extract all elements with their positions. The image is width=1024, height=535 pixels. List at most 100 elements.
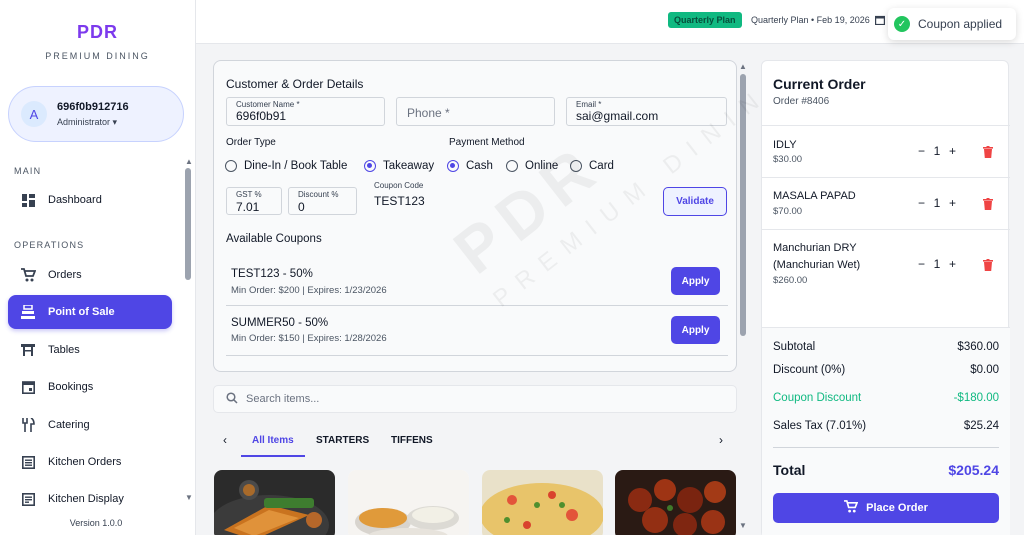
trash-icon[interactable] <box>983 198 993 213</box>
place-order-label: Place Order <box>866 502 928 514</box>
order-item-name: IDLY <box>773 139 797 151</box>
customer-name-value: 696f0b91 <box>236 109 287 123</box>
quantity-stepper: − 1 + <box>918 257 956 271</box>
main-scroll-up-icon[interactable]: ▲ <box>739 62 747 71</box>
radio-on-icon <box>447 160 459 172</box>
radio-takeaway[interactable]: Takeaway <box>364 160 434 172</box>
email-label: Email * <box>576 100 602 109</box>
place-order-button[interactable]: Place Order <box>773 493 999 523</box>
order-item-name: Manchurian DRY (Manchurian Wet) <box>773 242 861 271</box>
chevron-left-icon[interactable]: ‹ <box>223 433 227 447</box>
coupon-code-label: Coupon Code <box>374 181 424 190</box>
quantity-value: 1 <box>933 144 941 158</box>
trash-icon[interactable] <box>983 146 993 161</box>
sales-tax-value: $25.24 <box>963 420 999 432</box>
sidebar-scroll-up-icon[interactable]: ▲ <box>185 157 193 166</box>
category-tabs: ‹ All Items STARTERS TIFFENS › <box>213 428 737 458</box>
current-order-panel: Current Order Order #8406 IDLY $30.00 − … <box>761 60 1010 535</box>
coupon-discount-row: Coupon Discount -$180.00 <box>773 392 999 404</box>
list-icon <box>20 454 36 470</box>
radio-online[interactable]: Online <box>506 160 558 172</box>
minus-icon[interactable]: − <box>918 257 925 271</box>
minus-icon[interactable]: − <box>918 196 925 210</box>
minus-icon[interactable]: − <box>918 144 925 158</box>
tab-starters[interactable]: STARTERS <box>316 435 369 446</box>
coupon-meta: Min Order: $150 | Expires: 1/28/2026 <box>231 333 387 344</box>
payment-method-label: Payment Method <box>449 137 525 148</box>
main-scrollbar[interactable] <box>740 74 746 336</box>
sidebar-item-bookings[interactable]: Bookings <box>8 370 172 404</box>
menu-item-card[interactable] <box>348 470 469 535</box>
chevron-right-icon[interactable]: › <box>719 433 723 447</box>
user-menu[interactable]: A 696f0b912716 Administrator ▾ <box>8 86 184 142</box>
radio-label: Cash <box>466 160 493 172</box>
quantity-value: 1 <box>933 257 941 271</box>
radio-dine-in[interactable]: Dine-In / Book Table <box>225 160 347 172</box>
sidebar-item-label: Orders <box>48 269 82 281</box>
sidebar-item-dashboard[interactable]: Dashboard <box>8 183 172 217</box>
customer-name-label: Customer Name * <box>236 100 300 109</box>
divider <box>773 447 999 448</box>
sidebar-item-kitchen-display[interactable]: Kitchen Display <box>8 482 172 516</box>
main-scroll-down-icon[interactable]: ▼ <box>739 521 747 530</box>
quantity-stepper: − 1 + <box>918 144 956 158</box>
quantity-value: 1 <box>933 196 941 210</box>
discount-field[interactable]: Discount % 0 <box>288 187 357 215</box>
search-input[interactable]: Search items... <box>213 385 737 413</box>
menu-item-card[interactable] <box>214 470 335 535</box>
coupon-name: TEST123 - 50% <box>231 268 313 280</box>
sidebar-item-label: Kitchen Display <box>48 493 124 505</box>
tab-tiffens[interactable]: TIFFENS <box>391 435 433 446</box>
customer-name-field[interactable]: Customer Name * 696f0b91 <box>226 97 385 126</box>
sidebar-item-label: Tables <box>48 344 80 356</box>
coupon-code-field[interactable]: Coupon Code TEST123 <box>365 181 657 213</box>
sidebar-scrollbar[interactable] <box>185 168 191 280</box>
menu-item-card[interactable] <box>615 470 736 535</box>
sidebar-item-point-of-sale[interactable]: Point of Sale <box>8 295 172 329</box>
sidebar-item-tables[interactable]: Tables <box>8 333 172 367</box>
coupon-name: SUMMER50 - 50% <box>231 317 329 329</box>
phone-field[interactable]: Phone * <box>396 97 555 126</box>
plan-text: Quarterly Plan • Feb 19, 2026 <box>751 15 870 25</box>
version-label: Version 1.0.0 <box>69 518 123 528</box>
subtotal-row: Subtotal $360.00 <box>773 341 999 353</box>
cart-icon <box>20 267 36 283</box>
food-image <box>214 470 335 535</box>
section-main-label: MAIN <box>14 166 42 176</box>
gst-field[interactable]: GST % 7.01 <box>226 187 282 215</box>
search-icon <box>226 391 238 407</box>
sidebar-item-orders[interactable]: Orders <box>8 258 172 292</box>
discount-label: Discount % <box>298 190 339 199</box>
order-item-name: MASALA PAPAD <box>773 190 856 202</box>
email-field[interactable]: Email * sai@gmail.com <box>566 97 727 126</box>
validate-button[interactable]: Validate <box>663 187 727 216</box>
coupon-discount-label: Coupon Discount <box>773 392 862 404</box>
discount-row: Discount (0%) $0.00 <box>773 364 999 376</box>
table-icon <box>20 342 36 358</box>
apply-coupon-button[interactable]: Apply <box>671 316 720 344</box>
coupon-meta: Min Order: $200 | Expires: 1/23/2026 <box>231 285 387 296</box>
radio-card[interactable]: Card <box>570 160 614 172</box>
order-number: Order #8406 <box>773 96 830 107</box>
menu-item-card[interactable] <box>482 470 603 535</box>
radio-label: Card <box>589 160 614 172</box>
radio-cash[interactable]: Cash <box>447 160 493 172</box>
food-image <box>482 470 603 535</box>
apply-coupon-button[interactable]: Apply <box>671 267 720 295</box>
plus-icon[interactable]: + <box>949 196 956 210</box>
sidebar-scroll-down-icon[interactable]: ▼ <box>185 493 193 502</box>
sidebar-item-kitchen-orders[interactable]: Kitchen Orders <box>8 445 172 479</box>
sidebar-item-label: Catering <box>48 419 90 431</box>
check-icon: ✓ <box>894 16 910 32</box>
plus-icon[interactable]: + <box>949 257 956 271</box>
trash-icon[interactable] <box>983 259 993 274</box>
sidebar-item-label: Point of Sale <box>48 306 115 318</box>
sales-tax-label: Sales Tax (7.01%) <box>773 420 867 432</box>
subtotal-label: Subtotal <box>773 341 816 353</box>
tab-all-items[interactable]: All Items <box>252 435 294 446</box>
sidebar-item-catering[interactable]: Catering <box>8 408 172 442</box>
plus-icon[interactable]: + <box>949 144 956 158</box>
coupon-row: SUMMER50 - 50% Min Order: $150 | Expires… <box>226 306 728 356</box>
section-operations-label: OPERATIONS <box>14 240 85 250</box>
display-icon <box>20 491 36 507</box>
